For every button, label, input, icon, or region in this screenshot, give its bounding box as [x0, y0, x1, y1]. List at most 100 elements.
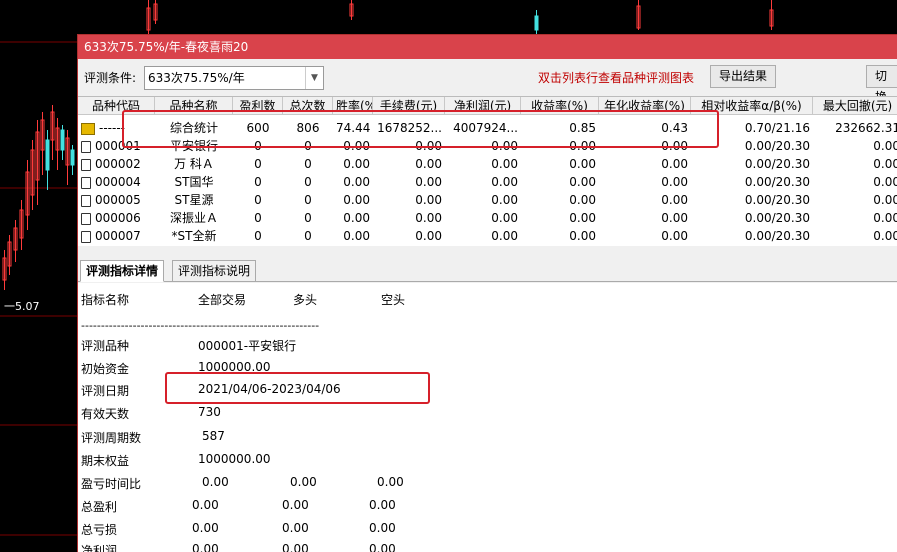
window-title-bar[interactable]: 633次75.75%/年-春夜喜雨20 — [78, 35, 897, 59]
condition-label: 评测条件: — [84, 71, 137, 85]
tab-metric-explanation[interactable]: 评测指标说明 — [172, 260, 257, 282]
row-winrate: 0.00 — [343, 229, 370, 243]
detail-tabs: 评测指标详情 评测指标说明 — [78, 258, 897, 282]
row-profit: 0.00 — [491, 175, 518, 189]
metric-value-all: 0.00 — [192, 498, 219, 512]
col-header-all: 全部交易 — [198, 293, 247, 307]
header-max-drawdown[interactable]: 最大回撤(元) — [813, 97, 897, 115]
row-max-drawdown: 0.00 — [873, 175, 897, 189]
metric-label: 净利润 — [81, 544, 118, 552]
col-header-long: 多头 — [293, 293, 318, 307]
col-header-name: 指标名称 — [81, 293, 130, 307]
row-alpha-beta: 0.00/20.30 — [744, 229, 810, 243]
switch-button[interactable]: 切换分 — [866, 65, 897, 125]
row-annual-return: 0.00 — [661, 229, 688, 243]
metric-label: 期末权益 — [81, 454, 130, 468]
metric-value-all: 0.00 — [192, 542, 219, 552]
row-max-drawdown: 0.00 — [873, 229, 897, 243]
metric-value-short: 0.00 — [369, 542, 396, 552]
metric-value-short: 0.00 — [377, 475, 404, 489]
hint-text: 双击列表行查看品种评测图表 — [538, 71, 695, 85]
metric-label: 评测日期 — [81, 384, 130, 398]
summary-row-highlight-box — [122, 110, 719, 148]
table-row[interactable]: 000007 *ST全新 0 0 0.00 0.00 0.00 0.00 0.0… — [78, 227, 897, 245]
row-wins: 0 — [254, 211, 262, 225]
chevron-down-icon[interactable]: ▼ — [305, 67, 323, 89]
metric-details-panel: 指标名称 全部交易 多头 空头 ------------------------… — [78, 283, 897, 552]
metric-label: 评测品种 — [81, 339, 130, 353]
row-return: 0.00 — [569, 193, 596, 207]
row-fee: 0.00 — [415, 157, 442, 171]
row-code: 000006 — [95, 211, 141, 225]
metric-value-all: 0.00 — [192, 521, 219, 535]
metric-value-short: 0.00 — [369, 498, 396, 512]
dashed-divider: ----------------------------------------… — [81, 319, 320, 332]
row-return: 0.00 — [569, 157, 596, 171]
row-max-drawdown: 0.00 — [873, 193, 897, 207]
metric-value: 587 — [202, 429, 225, 443]
export-results-button[interactable]: 导出结果 — [710, 65, 777, 88]
row-code: 000007 — [95, 229, 141, 243]
row-winrate: 0.00 — [343, 211, 370, 225]
metric-value-short: 0.00 — [369, 521, 396, 535]
row-profit: 0.00 — [491, 229, 518, 243]
row-wins: 0 — [254, 229, 262, 243]
row-fee: 0.00 — [415, 175, 442, 189]
row-annual-return: 0.00 — [661, 175, 688, 189]
metric-label: 有效天数 — [81, 407, 130, 421]
row-return: 0.00 — [569, 211, 596, 225]
metric-label: 总盈利 — [81, 500, 118, 514]
row-name: 深振业Ａ — [169, 211, 218, 225]
row-alpha-beta: 0.00/20.30 — [744, 175, 810, 189]
table-row[interactable]: 000005 ST星源 0 0 0.00 0.00 0.00 0.00 0.00… — [78, 191, 897, 209]
metric-value-long: 0.00 — [282, 521, 309, 535]
row-max-drawdown: 0.00 — [873, 211, 897, 225]
row-fee: 0.00 — [415, 229, 442, 243]
table-row[interactable]: 000006 深振业Ａ 0 0 0.00 0.00 0.00 0.00 0.00… — [78, 209, 897, 227]
metric-value-long: 0.00 — [282, 542, 309, 552]
table-row[interactable]: 000004 ST国华 0 0 0.00 0.00 0.00 0.00 0.00… — [78, 173, 897, 191]
candle-body — [534, 15, 539, 31]
table-row[interactable]: 000002 万 科Ａ 0 0 0.00 0.00 0.00 0.00 0.00… — [78, 155, 897, 173]
candle-body — [60, 129, 65, 151]
row-alpha-beta: 0.00/20.30 — [744, 157, 810, 171]
metric-value: 730 — [198, 405, 221, 419]
toolbar: 评测条件: 633次75.75%/年 ▼ 双击列表行查看品种评测图表 导出结果 … — [78, 61, 897, 125]
row-name: 万 科Ａ — [174, 157, 214, 171]
metric-label: 初始资金 — [81, 362, 130, 376]
row-profit: 0.00 — [491, 211, 518, 225]
row-profit: 0.00 — [491, 157, 518, 171]
row-alpha-beta: 0.00/20.30 — [744, 193, 810, 207]
row-return: 0.00 — [569, 175, 596, 189]
document-icon — [81, 194, 91, 207]
price-axis-label: 一5.07 — [4, 300, 40, 313]
metric-value-all: 0.00 — [202, 475, 229, 489]
metric-label: 总亏损 — [81, 523, 118, 537]
row-max-drawdown: 0.00 — [873, 139, 897, 153]
row-return: 0.00 — [569, 229, 596, 243]
document-icon — [81, 140, 91, 153]
condition-dropdown[interactable]: 633次75.75%/年 ▼ — [144, 66, 324, 90]
row-wins: 0 — [254, 193, 262, 207]
row-total: 0 — [304, 193, 312, 207]
row-annual-return: 0.00 — [661, 193, 688, 207]
row-alpha-beta: 0.00/20.30 — [744, 211, 810, 225]
row-name: ST国华 — [174, 175, 214, 189]
row-total: 0 — [304, 229, 312, 243]
row-code: 000004 — [95, 175, 141, 189]
row-wins: 0 — [254, 157, 262, 171]
row-annual-return: 0.00 — [661, 211, 688, 225]
row-fee: 0.00 — [415, 211, 442, 225]
row-total: 0 — [304, 211, 312, 225]
metric-value: 000001-平安银行 — [198, 339, 297, 353]
row-name: *ST全新 — [171, 229, 217, 243]
metric-value: 1000000.00 — [198, 452, 271, 466]
candle-body — [70, 149, 75, 166]
metric-label: 评测周期数 — [81, 431, 142, 445]
document-icon — [81, 176, 91, 189]
row-wins: 0 — [254, 175, 262, 189]
row-max-drawdown: 232662.31 — [835, 121, 897, 135]
row-total: 0 — [304, 157, 312, 171]
tab-metric-details[interactable]: 评测指标详情 — [80, 260, 165, 282]
summary-folder-icon — [81, 122, 95, 135]
